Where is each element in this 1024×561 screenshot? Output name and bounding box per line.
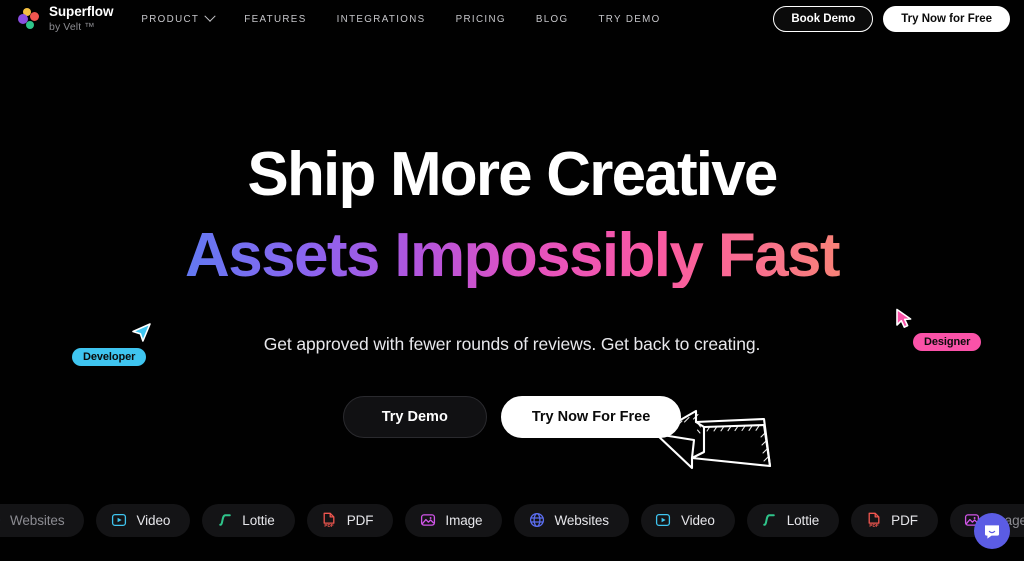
chip-image-1[interactable]: Image — [405, 503, 503, 537]
nav-item-pricing[interactable]: PRICING — [456, 14, 506, 25]
globe-icon — [528, 512, 545, 529]
nav-actions: Book Demo Try Now for Free — [773, 6, 1010, 32]
pdf-icon: PDF — [321, 512, 338, 529]
pdf-icon: PDF — [865, 512, 882, 529]
chip-label: Video — [680, 512, 715, 528]
top-navbar: Superflow by Velt ™ PRODUCT FEATURES INT… — [0, 0, 1024, 38]
chip-websites-1[interactable]: Websites — [0, 503, 85, 537]
chip-label: Websites — [554, 512, 609, 528]
try-demo-button[interactable]: Try Demo — [342, 396, 487, 438]
chip-websites-2[interactable]: Websites — [514, 503, 629, 537]
chip-pdf-2[interactable]: PDF PDF — [851, 503, 938, 537]
brand-subtitle: by Velt ™ — [49, 20, 95, 33]
page-title-line-1: Ship More Creative — [247, 140, 778, 209]
video-icon — [110, 512, 127, 529]
nav-links: PRODUCT FEATURES INTEGRATIONS PRICING BL… — [141, 10, 660, 25]
nav-item-blog[interactable]: BLOG — [536, 14, 569, 25]
brand-logo-link[interactable]: Superflow by Velt ™ — [18, 5, 113, 32]
try-now-free-nav-button[interactable]: Try Now for Free — [883, 6, 1010, 32]
chip-video-1[interactable]: Video — [96, 503, 191, 537]
nav-item-integrations[interactable]: INTEGRATIONS — [337, 14, 426, 25]
lottie-icon — [216, 512, 233, 529]
nav-item-product[interactable]: PRODUCT — [141, 10, 216, 25]
image-icon — [419, 512, 436, 529]
chip-label: Video — [136, 512, 171, 528]
video-icon — [655, 512, 672, 529]
chip-pdf-1[interactable]: PDF PDF — [306, 503, 394, 537]
chip-label: PDF — [891, 512, 918, 528]
chip-label: Lottie — [786, 512, 820, 528]
hero-subheadline: Get approved with fewer rounds of review… — [263, 334, 761, 354]
nav-item-features[interactable]: FEATURES — [244, 14, 306, 25]
chip-video-2[interactable]: Video — [640, 503, 735, 537]
globe-icon — [0, 512, 1, 529]
cursor-label-designer: Designer — [913, 333, 982, 351]
cursor-pointer-icon — [132, 323, 151, 342]
chip-lottie-2[interactable]: Lottie — [746, 503, 840, 537]
chip-lottie-1[interactable]: Lottie — [202, 503, 295, 537]
chat-widget-button[interactable] — [974, 513, 1010, 549]
chip-label: Websites — [10, 512, 65, 528]
chip-label: Image — [445, 512, 483, 528]
chip-label: Lottie — [242, 512, 275, 528]
book-demo-button[interactable]: Book Demo — [773, 6, 874, 32]
hero-section: Ship More Creative Assets Impossibly Fas… — [0, 38, 1024, 493]
cursor-label-developer: Developer — [72, 348, 147, 366]
superflow-logo-dots-icon — [18, 8, 40, 30]
hero-cta-row: Try Demo Try Now For Free — [0, 396, 1024, 438]
brand-name: Superflow — [49, 4, 114, 20]
chevron-down-icon — [204, 10, 216, 22]
svg-text:PDF: PDF — [325, 523, 334, 528]
sketch-arrow-left-icon — [654, 409, 772, 470]
intercom-chat-icon — [985, 525, 999, 539]
format-chip-marquee: Websites Video Lottie PDF PDF Image Webs… — [0, 501, 1024, 539]
lottie-icon — [761, 512, 778, 529]
chip-track: Websites Video Lottie PDF PDF Image Webs… — [0, 501, 1024, 539]
page-title-line-2: Assets Impossibly Fast — [0, 223, 1024, 288]
nav-item-product-label: PRODUCT — [141, 13, 200, 25]
landing-page: Superflow by Velt ™ PRODUCT FEATURES INT… — [0, 0, 1024, 561]
chip-label: PDF — [346, 512, 374, 528]
nav-item-try-demo[interactable]: TRY DEMO — [598, 14, 660, 25]
svg-text:PDF: PDF — [869, 523, 878, 528]
cursor-arrow-icon — [896, 308, 912, 328]
